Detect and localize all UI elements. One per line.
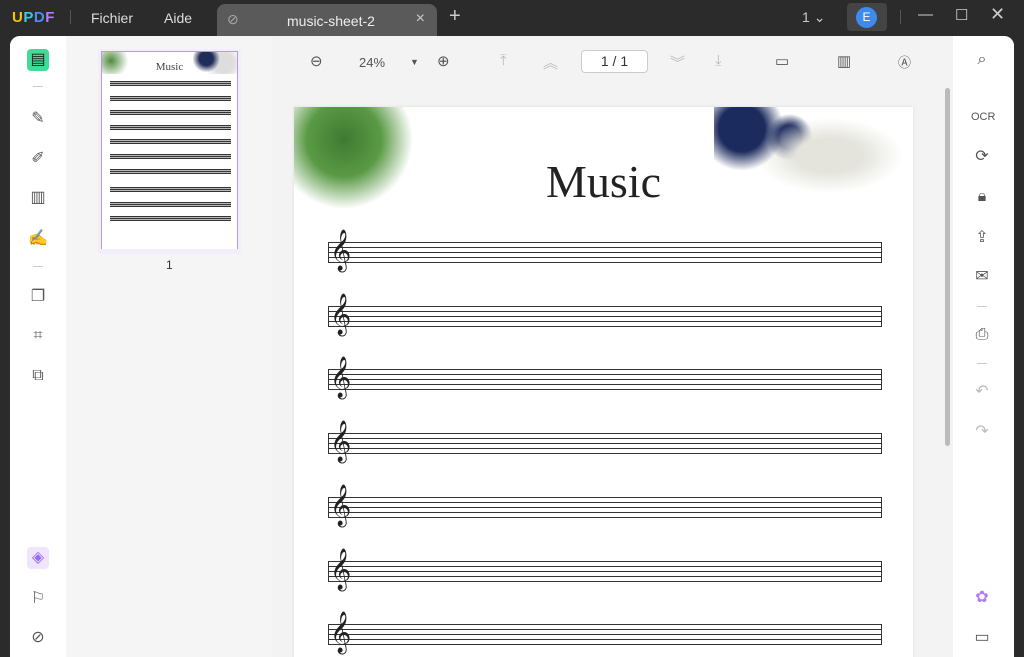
- redo-icon[interactable]: ↷: [971, 421, 993, 443]
- treble-clef-icon: 𝄞: [330, 230, 352, 271]
- previous-page-icon[interactable]: ︽: [543, 52, 558, 73]
- tab-title: music-sheet-2: [287, 13, 375, 29]
- page-thumbnail[interactable]: Music: [98, 49, 241, 254]
- ai-assistant-icon[interactable]: ✿: [971, 587, 993, 609]
- music-staff: 𝄞: [328, 421, 882, 462]
- close-window-button[interactable]: ✕: [990, 4, 1005, 25]
- document-tab[interactable]: ⊘ music-sheet-2 ×: [217, 4, 437, 36]
- avatar[interactable]: E: [847, 3, 887, 31]
- document-view: ⊖ 24% ▼ ⊕ ⤒ ︽ 1 / 1 ︾ ⤓ ▭ ▥ Ⓐ Music 𝄞 𝄞 𝄞 𝄞…: [272, 36, 953, 657]
- app-window: ▤ ✎ ✐ ▥ ✍ ❐ ⌗ ⧉ ◈ ⚐ ⊘ Music 1 ⊖ 24% ▼ ⊕ …: [10, 36, 1014, 657]
- compress-icon[interactable]: ⧉: [27, 365, 49, 387]
- pdf-page: Music 𝄞 𝄞 𝄞 𝄞 𝄞 𝄞 𝄞: [294, 107, 913, 657]
- reader-icon[interactable]: ▤: [27, 49, 49, 71]
- minimize-button[interactable]: —: [918, 6, 933, 23]
- save-icon[interactable]: ⎙: [971, 324, 993, 346]
- title-bar: UPDF Fichier Aide ⊘ music-sheet-2 × + 1 …: [0, 0, 1024, 36]
- document-title: Music: [546, 156, 661, 207]
- convert-icon[interactable]: ⟳: [971, 146, 993, 168]
- music-staff: 𝄞: [328, 357, 882, 398]
- thumbnail-staff: [110, 216, 231, 222]
- thumbnail-title: Music: [155, 61, 184, 73]
- divider: [977, 306, 987, 307]
- slideshow-icon[interactable]: ▭: [775, 52, 789, 70]
- treble-clef-icon: 𝄞: [330, 484, 352, 526]
- divider: [33, 86, 43, 87]
- page-input[interactable]: 1 / 1: [581, 50, 648, 73]
- share-icon[interactable]: ⇪: [971, 227, 993, 249]
- thumbnail-staff: [110, 95, 231, 101]
- treble-clef-icon: 𝄞: [330, 548, 352, 590]
- thumbnail-staff: [110, 187, 231, 193]
- form-icon[interactable]: ▥: [27, 187, 49, 209]
- treble-clef-icon: 𝄞: [330, 293, 352, 335]
- left-toolbar: ▤ ✎ ✐ ▥ ✍ ❐ ⌗ ⧉ ◈ ⚐ ⊘: [10, 36, 66, 657]
- bookmark-icon[interactable]: ⚐: [27, 588, 49, 610]
- window-count-label: 1: [802, 9, 810, 25]
- thumbnail-staff: [110, 81, 231, 86]
- highlighter-icon[interactable]: ✎: [27, 108, 49, 130]
- treble-clef-icon: 𝄞: [330, 612, 352, 654]
- translate-icon[interactable]: Ⓐ: [898, 52, 911, 71]
- treble-clef-icon: 𝄞: [330, 357, 352, 399]
- close-tab-icon[interactable]: ×: [416, 10, 425, 28]
- thumbnail-staff: [110, 154, 231, 159]
- thumbnail-staff: [110, 139, 231, 145]
- cloud-off-icon: ⊘: [227, 11, 239, 27]
- menu-fichier[interactable]: Fichier: [91, 10, 133, 26]
- email-icon[interactable]: ✉: [971, 266, 993, 288]
- maximize-button[interactable]: ☐: [955, 6, 968, 24]
- edit-text-icon[interactable]: ✐: [27, 148, 49, 170]
- divider: [70, 10, 71, 24]
- layers-icon[interactable]: ◈: [27, 547, 49, 569]
- divider: [977, 363, 987, 364]
- thumbnail-panel: Music 1: [66, 36, 272, 657]
- zoom-out-icon[interactable]: ⊖: [310, 52, 323, 70]
- avatar-letter: E: [856, 7, 877, 28]
- divider: [33, 266, 43, 267]
- next-page-icon[interactable]: ︾: [670, 52, 685, 73]
- music-staff: 𝄞: [328, 294, 882, 335]
- thumbnail-staff: [110, 124, 231, 130]
- thumbnail-staff: [110, 201, 231, 207]
- organize-pages-icon[interactable]: ❐: [27, 286, 49, 308]
- ocr-icon[interactable]: OCR: [971, 106, 995, 128]
- zoom-in-icon[interactable]: ⊕: [437, 52, 450, 70]
- thumbnail-page: Music: [101, 51, 238, 249]
- zoom-dropdown-icon[interactable]: ▼: [410, 57, 419, 67]
- thumbnail-staff: [110, 168, 231, 174]
- window-count[interactable]: 1 ⌄: [802, 9, 825, 26]
- music-staff: 𝄞: [328, 549, 882, 590]
- updf-logo: UPDF: [12, 9, 55, 26]
- divider: [900, 10, 901, 24]
- search-icon[interactable]: ⌕: [971, 49, 993, 71]
- zoom-level[interactable]: 24%: [359, 55, 385, 70]
- page-layout-icon[interactable]: ▥: [837, 52, 851, 70]
- chevron-down-icon: ⌄: [813, 9, 826, 25]
- attachment-icon[interactable]: ⊘: [27, 627, 49, 649]
- first-page-icon[interactable]: ⤒: [500, 52, 507, 69]
- last-page-icon[interactable]: ⤓: [715, 52, 722, 69]
- comment-icon[interactable]: ▭: [971, 627, 993, 649]
- fill-sign-icon[interactable]: ✍: [27, 228, 49, 250]
- crop-icon[interactable]: ⌗: [27, 325, 49, 347]
- menu-aide[interactable]: Aide: [164, 10, 192, 26]
- music-staff: 𝄞: [328, 230, 882, 271]
- right-toolbar: ⌕ OCR ⟳ 🔒︎ ⇪ ✉ ⎙ ↶ ↷ ✿ ▭: [953, 36, 1014, 657]
- vertical-scrollbar[interactable]: [945, 88, 950, 446]
- new-tab-button[interactable]: +: [449, 5, 461, 28]
- thumbnail-staff: [110, 110, 231, 116]
- music-staff: 𝄞: [328, 612, 882, 653]
- thumbnail-page-number: 1: [166, 258, 173, 272]
- music-staff: 𝄞: [328, 485, 882, 526]
- treble-clef-icon: 𝄞: [330, 421, 352, 463]
- protect-icon[interactable]: 🔒︎: [971, 186, 993, 208]
- undo-icon[interactable]: ↶: [971, 381, 993, 403]
